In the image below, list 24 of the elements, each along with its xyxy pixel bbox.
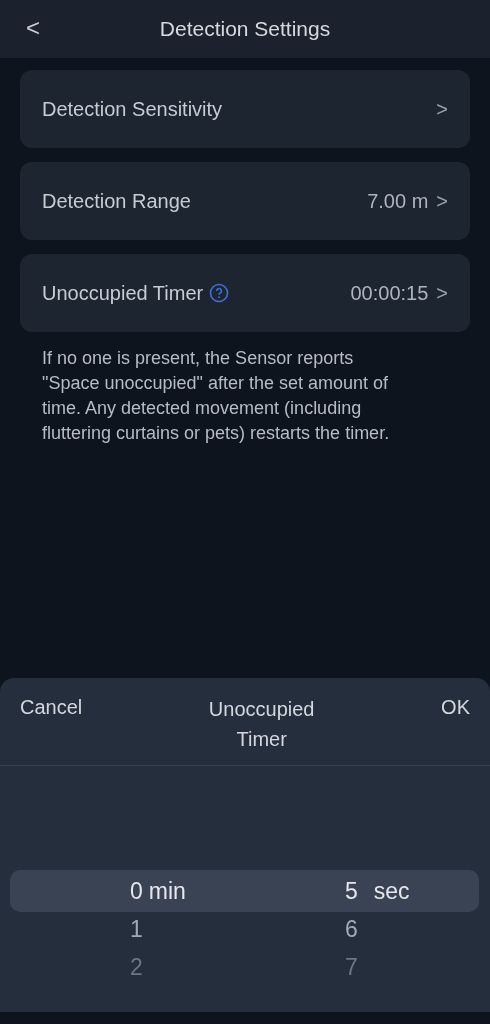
- chevron-icon: >: [436, 278, 448, 308]
- chevron-icon: >: [436, 94, 448, 124]
- picker-value[interactable]: 5: [345, 870, 358, 908]
- setting-row[interactable]: Detection Sensitivity >: [20, 70, 470, 148]
- unit-label: sec: [373, 877, 410, 906]
- sheet-title: Unoccupied Timer: [207, 697, 316, 752]
- setting-row[interactable]: Detection Range 7.00 m >: [20, 162, 470, 240]
- back-button[interactable]: <: [20, 14, 46, 42]
- page-title: Detection Settings: [159, 16, 331, 43]
- setting-row[interactable]: Unoccupied Timer 00:00:15 >: [20, 254, 470, 332]
- unit-label: min: [148, 877, 186, 906]
- description-text: If no one is present, the Sensor reports "Space unoccupied" after the set amount of time. Any detected movement (including fluttering curtains or pets) restarts the timer.: [41, 347, 391, 445]
- ok-button[interactable]: OK: [441, 694, 470, 720]
- setting-label: Detection Sensitivity: [42, 97, 223, 122]
- chevron-icon: >: [436, 186, 448, 216]
- setting-value: 00:00:15: [350, 281, 429, 306]
- picker-value[interactable]: 6: [345, 908, 358, 946]
- setting-value: 7.00 m: [367, 189, 429, 214]
- setting-label: Unoccupied Timer: [42, 281, 204, 306]
- picker-value[interactable]: 0: [130, 870, 143, 908]
- setting-label: Detection Range: [42, 189, 191, 214]
- picker-value[interactable]: 1: [130, 908, 143, 946]
- cancel-button[interactable]: Cancel: [20, 694, 83, 720]
- help-icon[interactable]: [209, 283, 230, 303]
